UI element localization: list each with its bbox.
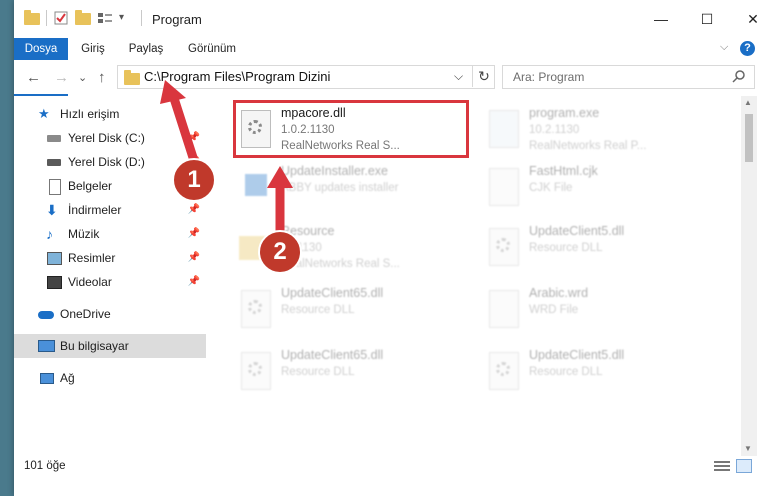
callout-step-2: 2: [258, 230, 302, 274]
callout-step-1: 1: [172, 158, 216, 202]
annotation-arrows: [160, 80, 293, 243]
explorer-window: ▾ Program — ☐ ✕ Dosya Giriş Paylaş Görün…: [14, 0, 769, 496]
arrow-head-2: [267, 166, 293, 188]
arrow-head-1: [160, 80, 186, 104]
